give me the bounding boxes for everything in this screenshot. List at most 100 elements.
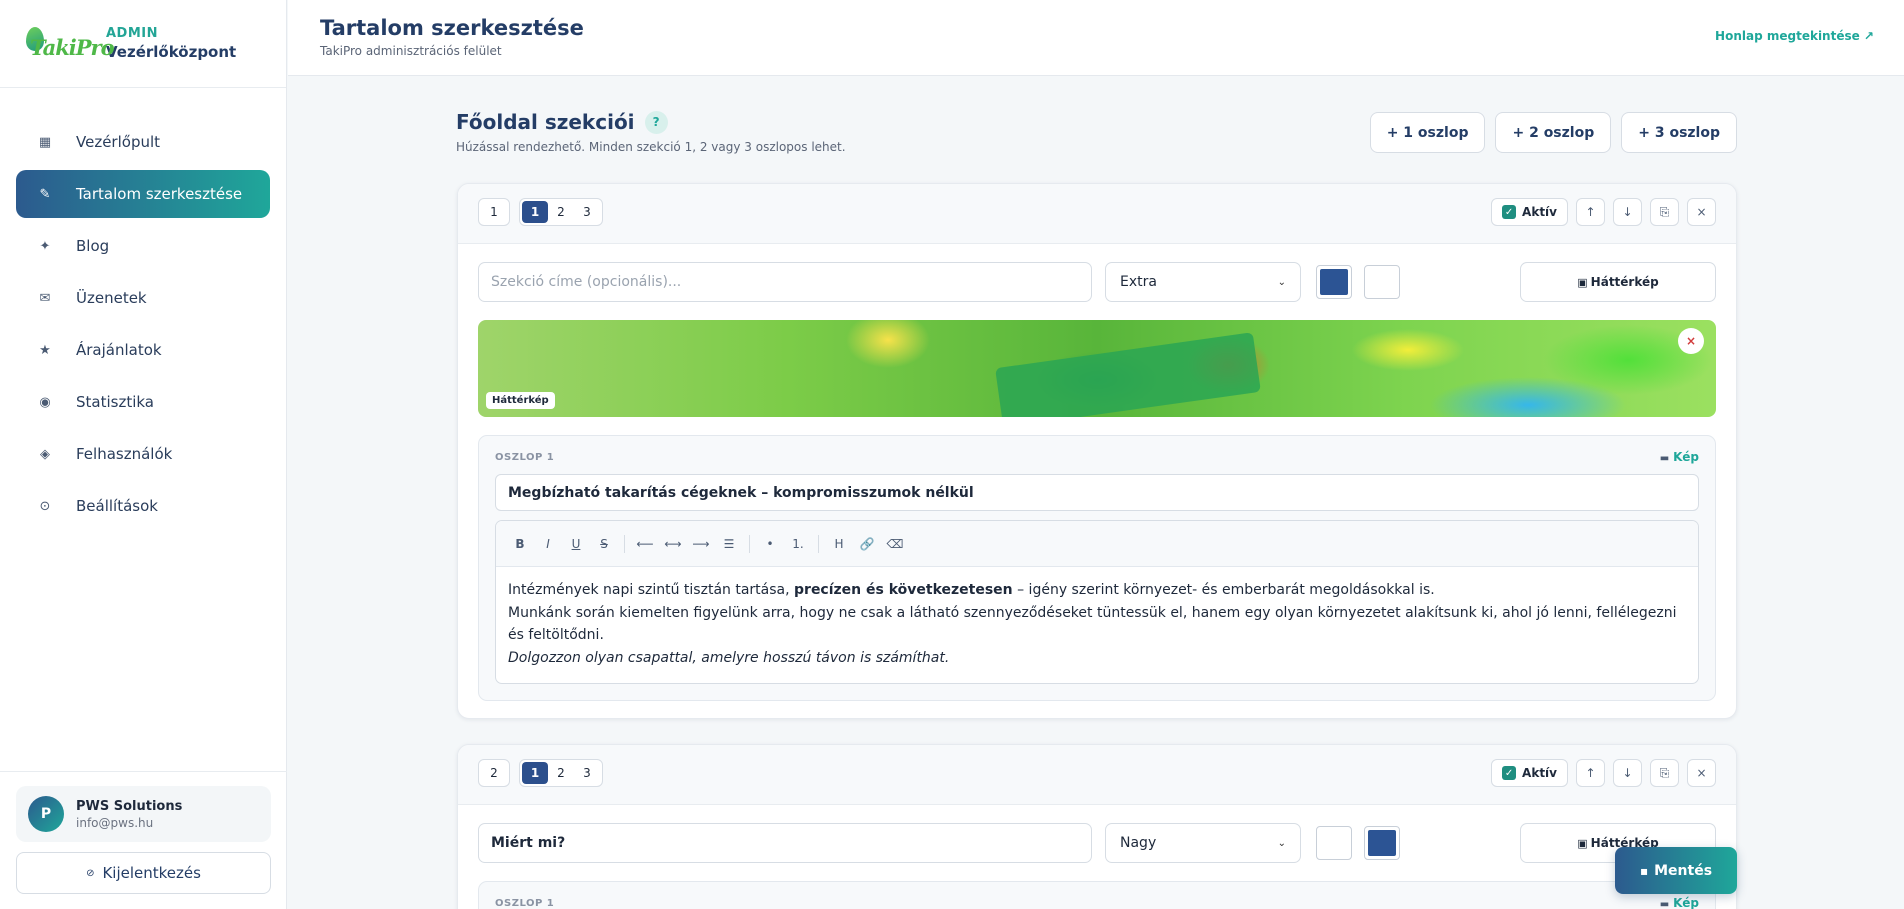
camera-icon: ▬ bbox=[1659, 453, 1670, 464]
active-toggle[interactable]: ✓ Aktív bbox=[1491, 198, 1568, 226]
editor-toolbar: B I U S ⟵ ⟷ ⟶ ☰ • 1. H 🔗 ⌫ bbox=[496, 521, 1698, 567]
text-color-swatch[interactable] bbox=[1364, 265, 1400, 299]
duplicate-icon[interactable]: ⎘ bbox=[1650, 198, 1679, 226]
add-section-buttons: + 1 oszlop + 2 oszlop + 3 oszlop bbox=[1369, 112, 1737, 153]
nav-item-blog[interactable]: ✦ Blog bbox=[16, 222, 270, 270]
power-icon: ⊘ bbox=[86, 867, 95, 879]
editor-content[interactable]: Intézmények napi szintű tisztán tartása,… bbox=[496, 567, 1698, 683]
align-right-icon[interactable]: ⟶ bbox=[687, 530, 715, 558]
save-button[interactable]: ▪ Mentés bbox=[1615, 847, 1737, 894]
user-card: P PWS Solutions info@pws.hu bbox=[16, 786, 271, 842]
background-image-button[interactable]: ▣ Háttérkép bbox=[1520, 262, 1716, 302]
clear-format-icon[interactable]: ⌫ bbox=[881, 530, 909, 558]
bg-color-swatch[interactable] bbox=[1316, 265, 1352, 299]
sections-subtitle: Húzással rendezhető. Minden szekció 1, 2… bbox=[456, 140, 846, 154]
remove-image-icon[interactable]: × bbox=[1678, 328, 1704, 354]
nav-item-dashboard[interactable]: ▦ Vezérlőpult bbox=[16, 118, 270, 166]
nav-item-content-edit[interactable]: ✎ Tartalom szerkesztése bbox=[16, 170, 270, 218]
delete-icon[interactable]: × bbox=[1687, 759, 1716, 787]
section-card-header[interactable]: 1 1 2 3 ✓ Aktív ↑ ↓ ⎘ × bbox=[458, 184, 1736, 244]
section-size-select[interactable]: Nagy ⌄ bbox=[1105, 823, 1301, 863]
move-up-icon[interactable]: ↑ bbox=[1576, 759, 1605, 787]
background-image-preview: Háttérkép × bbox=[478, 320, 1716, 417]
nav-item-settings[interactable]: ⊙ Beállítások bbox=[16, 482, 270, 530]
toolbar-divider bbox=[818, 534, 819, 553]
move-up-icon[interactable]: ↑ bbox=[1576, 198, 1605, 226]
italic-icon[interactable]: I bbox=[534, 530, 562, 558]
column-count-option[interactable]: 3 bbox=[574, 201, 600, 223]
section-number: 1 bbox=[478, 198, 510, 226]
nav-item-statistics[interactable]: ◉ Statisztika bbox=[16, 378, 270, 426]
align-center-icon[interactable]: ⟷ bbox=[659, 530, 687, 558]
chart-icon: ◉ bbox=[39, 394, 51, 410]
strikethrough-icon[interactable]: S bbox=[590, 530, 618, 558]
section-title-input[interactable]: Szekció címe (opcionális)... bbox=[478, 262, 1092, 302]
pencil-icon: ✎ bbox=[39, 186, 51, 202]
bold-icon[interactable]: B bbox=[506, 530, 534, 558]
add-2-column-button[interactable]: + 2 oszlop bbox=[1495, 112, 1612, 153]
gear-icon: ⊙ bbox=[39, 498, 51, 514]
nav-item-label: Árajánlatok bbox=[76, 341, 162, 359]
align-justify-icon[interactable]: ☰ bbox=[715, 530, 743, 558]
heading-icon[interactable]: H bbox=[825, 530, 853, 558]
move-down-icon[interactable]: ↓ bbox=[1613, 198, 1642, 226]
add-3-column-button[interactable]: + 3 oszlop bbox=[1621, 112, 1737, 153]
section-title-input[interactable]: Miért mi? bbox=[478, 823, 1092, 863]
logout-button[interactable]: ⊘ Kijelentkezés bbox=[16, 852, 271, 894]
column-label: OSZLOP 1 bbox=[495, 897, 555, 909]
section-card-header[interactable]: 2 1 2 3 ✓ Aktív ↑ ↓ ⎘ × bbox=[458, 745, 1736, 805]
toolbar-divider bbox=[624, 534, 625, 553]
active-toggle[interactable]: ✓ Aktív bbox=[1491, 759, 1568, 787]
nav-item-label: Vezérlőpult bbox=[76, 133, 161, 151]
chevron-down-icon: ⌄ bbox=[1277, 276, 1286, 288]
column-editor: OSZLOP 1 ▬ Kép Megbízható takarítás cégek… bbox=[478, 435, 1716, 701]
nav-item-label: Blog bbox=[76, 237, 110, 255]
nav-item-label: Felhasználók bbox=[76, 445, 173, 463]
user-name: PWS Solutions bbox=[76, 798, 183, 814]
users-icon: ◈ bbox=[40, 446, 50, 462]
add-1-column-button[interactable]: + 1 oszlop bbox=[1369, 112, 1486, 153]
column-count-option[interactable]: 1 bbox=[522, 201, 548, 223]
brand[interactable]: TakiPro ADMIN Vezérlőközpont bbox=[0, 0, 286, 88]
column-count-selector: 1 2 3 bbox=[519, 759, 603, 787]
star-icon: ★ bbox=[39, 342, 51, 358]
move-down-icon[interactable]: ↓ bbox=[1613, 759, 1642, 787]
grid-icon: ▦ bbox=[38, 134, 52, 150]
nav-item-label: Statisztika bbox=[76, 393, 154, 411]
checkbox-checked-icon: ✓ bbox=[1502, 205, 1517, 219]
bullet-list-icon[interactable]: • bbox=[756, 530, 784, 558]
nav-item-users[interactable]: ◈ Felhasználók bbox=[16, 430, 270, 478]
column-count-option[interactable]: 2 bbox=[548, 201, 574, 223]
delete-icon[interactable]: × bbox=[1687, 198, 1716, 226]
column-count-option[interactable]: 3 bbox=[574, 762, 600, 784]
sidebar-footer: P PWS Solutions info@pws.hu ⊘ Kijelentke… bbox=[0, 771, 287, 909]
align-left-icon[interactable]: ⟵ bbox=[631, 530, 659, 558]
page-subtitle: TakiPro adminisztrációs felület bbox=[320, 44, 502, 58]
column-heading-input[interactable]: Megbízható takarítás cégeknek – kompromi… bbox=[495, 474, 1699, 511]
text-color-swatch[interactable] bbox=[1364, 826, 1400, 860]
bg-color-swatch[interactable] bbox=[1316, 826, 1352, 860]
section-size-select[interactable]: Extra ⌄ bbox=[1105, 262, 1301, 302]
underline-icon[interactable]: U bbox=[562, 530, 590, 558]
add-image-button[interactable]: ▬ Kép bbox=[1660, 892, 1699, 909]
view-site-link[interactable]: Honlap megtekintése ↗ bbox=[1715, 29, 1874, 43]
column-label: OSZLOP 1 bbox=[495, 451, 555, 463]
numbered-list-icon[interactable]: 1. bbox=[784, 530, 812, 558]
column-editor: OSZLOP 1 ▬ Kép bbox=[478, 881, 1716, 909]
brand-title: Vezérlőközpont bbox=[106, 43, 237, 61]
page-title: Tartalom szerkesztése bbox=[320, 16, 584, 40]
nav-item-quotes[interactable]: ★ Árajánlatok bbox=[16, 326, 270, 374]
nav-item-label: Beállítások bbox=[76, 497, 158, 515]
user-email: info@pws.hu bbox=[76, 815, 154, 830]
link-icon[interactable]: 🔗 bbox=[853, 530, 881, 558]
duplicate-icon[interactable]: ⎘ bbox=[1650, 759, 1679, 787]
floppy-icon: ▪ bbox=[1639, 863, 1649, 878]
nav-item-messages[interactable]: ✉ Üzenetek bbox=[16, 274, 270, 322]
help-icon[interactable]: ? bbox=[644, 110, 668, 134]
column-count-option[interactable]: 1 bbox=[522, 762, 548, 784]
checkbox-checked-icon: ✓ bbox=[1502, 766, 1517, 780]
add-image-button[interactable]: ▬ Kép bbox=[1660, 446, 1699, 464]
main-nav: ▦ Vezérlőpult ✎ Tartalom szerkesztése ✦ … bbox=[0, 88, 286, 530]
column-count-option[interactable]: 2 bbox=[548, 762, 574, 784]
image-icon: ▣ bbox=[1577, 275, 1588, 289]
